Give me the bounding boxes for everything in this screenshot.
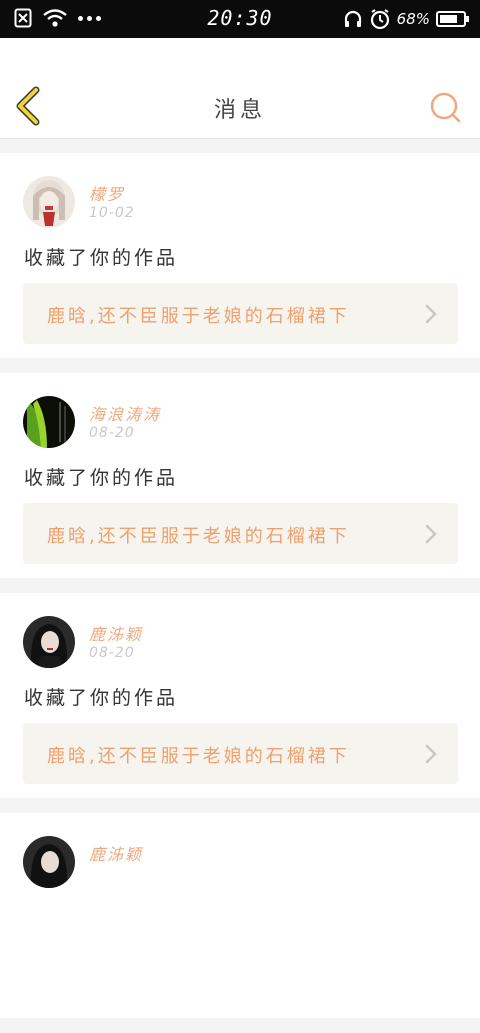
message-card: 鹿泲颖 (0, 813, 480, 1018)
work-title: 鹿晗,还不臣服于老娘的石榴裙下 (47, 306, 350, 327)
status-right-icons: 68% (343, 8, 470, 30)
username[interactable]: 海浪涛涛 (89, 401, 161, 425)
avatar[interactable] (23, 396, 75, 448)
battery-percent: 68% (396, 10, 430, 28)
username[interactable]: 鹿泲颖 (89, 621, 143, 645)
page-title: 消息 (213, 98, 266, 123)
chevron-right-icon (425, 744, 437, 764)
message-date: 10-02 (89, 205, 135, 221)
nav-bar: 消息 (0, 38, 480, 139)
avatar[interactable] (23, 176, 75, 228)
message-date: 08-20 (89, 645, 135, 661)
message-date: 08-20 (89, 425, 135, 441)
work-title: 鹿晗,还不臣服于老娘的石榴裙下 (47, 526, 350, 547)
search-button[interactable] (428, 90, 462, 124)
action-text: 收藏了你的作品 (24, 247, 179, 269)
message-card: 檬罗 10-02 收藏了你的作品 鹿晗,还不臣服于老娘的石榴裙下 (0, 153, 480, 358)
username[interactable]: 鹿泲颖 (89, 841, 143, 865)
message-list: 檬罗 10-02 收藏了你的作品 鹿晗,还不臣服于老娘的石榴裙下 海浪涛涛 08… (0, 153, 480, 1033)
avatar[interactable] (23, 616, 75, 668)
alarm-icon (370, 9, 389, 30)
action-text: 收藏了你的作品 (24, 467, 179, 489)
username[interactable]: 檬罗 (89, 181, 125, 205)
message-card: 海浪涛涛 08-20 收藏了你的作品 鹿晗,还不臣服于老娘的石榴裙下 (0, 373, 480, 578)
work-link[interactable]: 鹿晗,还不臣服于老娘的石榴裙下 (23, 503, 458, 564)
chevron-right-icon (425, 304, 437, 324)
work-title: 鹿晗,还不臣服于老娘的石榴裙下 (47, 746, 350, 767)
headphones-icon (344, 10, 361, 27)
chevron-right-icon (425, 524, 437, 544)
battery-icon (436, 11, 469, 27)
action-text: 收藏了你的作品 (24, 687, 179, 709)
search-icon (430, 92, 461, 123)
work-link[interactable]: 鹿晗,还不臣服于老娘的石榴裙下 (23, 283, 458, 344)
avatar[interactable] (23, 836, 75, 888)
work-link[interactable]: 鹿晗,还不臣服于老娘的石榴裙下 (23, 723, 458, 784)
status-bar: 20:30 68% (0, 0, 480, 38)
message-card: 鹿泲颖 08-20 收藏了你的作品 鹿晗,还不臣服于老娘的石榴裙下 (0, 593, 480, 798)
